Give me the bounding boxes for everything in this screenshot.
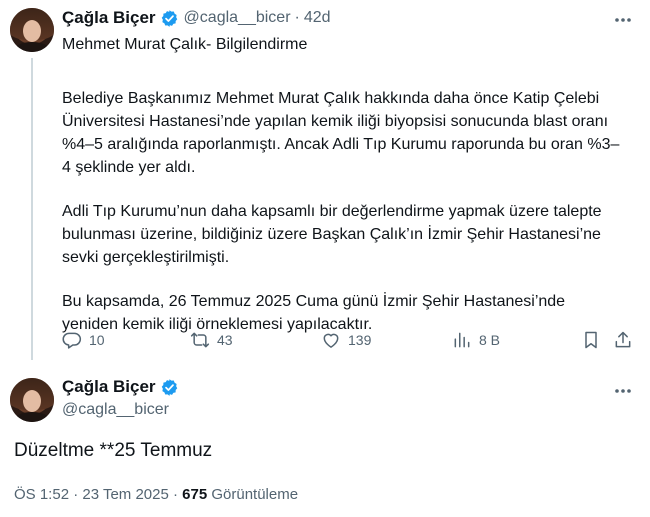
analytics-icon xyxy=(454,332,470,348)
retweet-icon xyxy=(190,332,210,348)
display-name[interactable]: Çağla Biçer xyxy=(62,8,156,28)
thread-connector-line xyxy=(31,58,33,360)
tweet-paragraph: Adli Tıp Kurumu’nun daha kapsamlı bir de… xyxy=(62,203,602,266)
bookmark-button[interactable] xyxy=(581,330,601,350)
view-count: 675 xyxy=(182,486,208,503)
views-button[interactable]: 8 B xyxy=(452,330,500,350)
reply-button[interactable]: 10 xyxy=(62,330,105,350)
tweet-paragraph: Belediye Başkanımız Mehmet Murat Çalık h… xyxy=(62,90,620,176)
bookmark-icon xyxy=(585,331,597,349)
tweet-header: Çağla Biçer @cagla__bicer · 42d xyxy=(62,8,331,28)
post-timestamp[interactable]: ÖS 1:52 · 23 Tem 2025 · xyxy=(14,486,178,503)
verified-badge-icon[interactable] xyxy=(160,378,179,397)
share-icon xyxy=(615,331,631,348)
timestamp[interactable]: 42d xyxy=(304,9,331,27)
handle[interactable]: @cagla__bicer xyxy=(184,9,291,27)
share-button[interactable] xyxy=(613,330,633,350)
more-options-icon[interactable] xyxy=(612,380,634,402)
like-button[interactable]: 139 xyxy=(321,330,371,350)
more-options-icon[interactable] xyxy=(612,9,634,31)
reply-body: Düzeltme **25 Temmuz xyxy=(14,440,213,461)
reply-count: 10 xyxy=(89,332,105,348)
reply-header: Çağla Biçer xyxy=(62,377,179,397)
handle[interactable]: @cagla__bicer xyxy=(62,401,169,419)
tweet-body: Mehmet Murat Çalık- Bilgilendirme Beledi… xyxy=(62,33,622,336)
separator-dot: · xyxy=(294,9,300,26)
like-count: 139 xyxy=(348,332,372,348)
heart-icon xyxy=(323,333,339,348)
reply-icon xyxy=(62,332,82,349)
retweet-button[interactable]: 43 xyxy=(190,330,233,350)
tweet-actions: 10 43 139 8 B xyxy=(62,330,637,356)
view-count: 8 B xyxy=(479,332,501,348)
avatar[interactable] xyxy=(10,8,54,52)
display-name[interactable]: Çağla Biçer xyxy=(62,377,156,397)
avatar[interactable] xyxy=(10,378,54,422)
verified-badge-icon[interactable] xyxy=(160,9,179,28)
tweet-meta: ÖS 1:52 · 23 Tem 2025 · 675 Görüntüleme xyxy=(14,486,298,503)
retweet-count: 43 xyxy=(217,332,233,348)
view-label: Görüntüleme xyxy=(211,486,299,503)
tweet-title: Mehmet Murat Çalık- Bilgilendirme xyxy=(62,36,308,53)
